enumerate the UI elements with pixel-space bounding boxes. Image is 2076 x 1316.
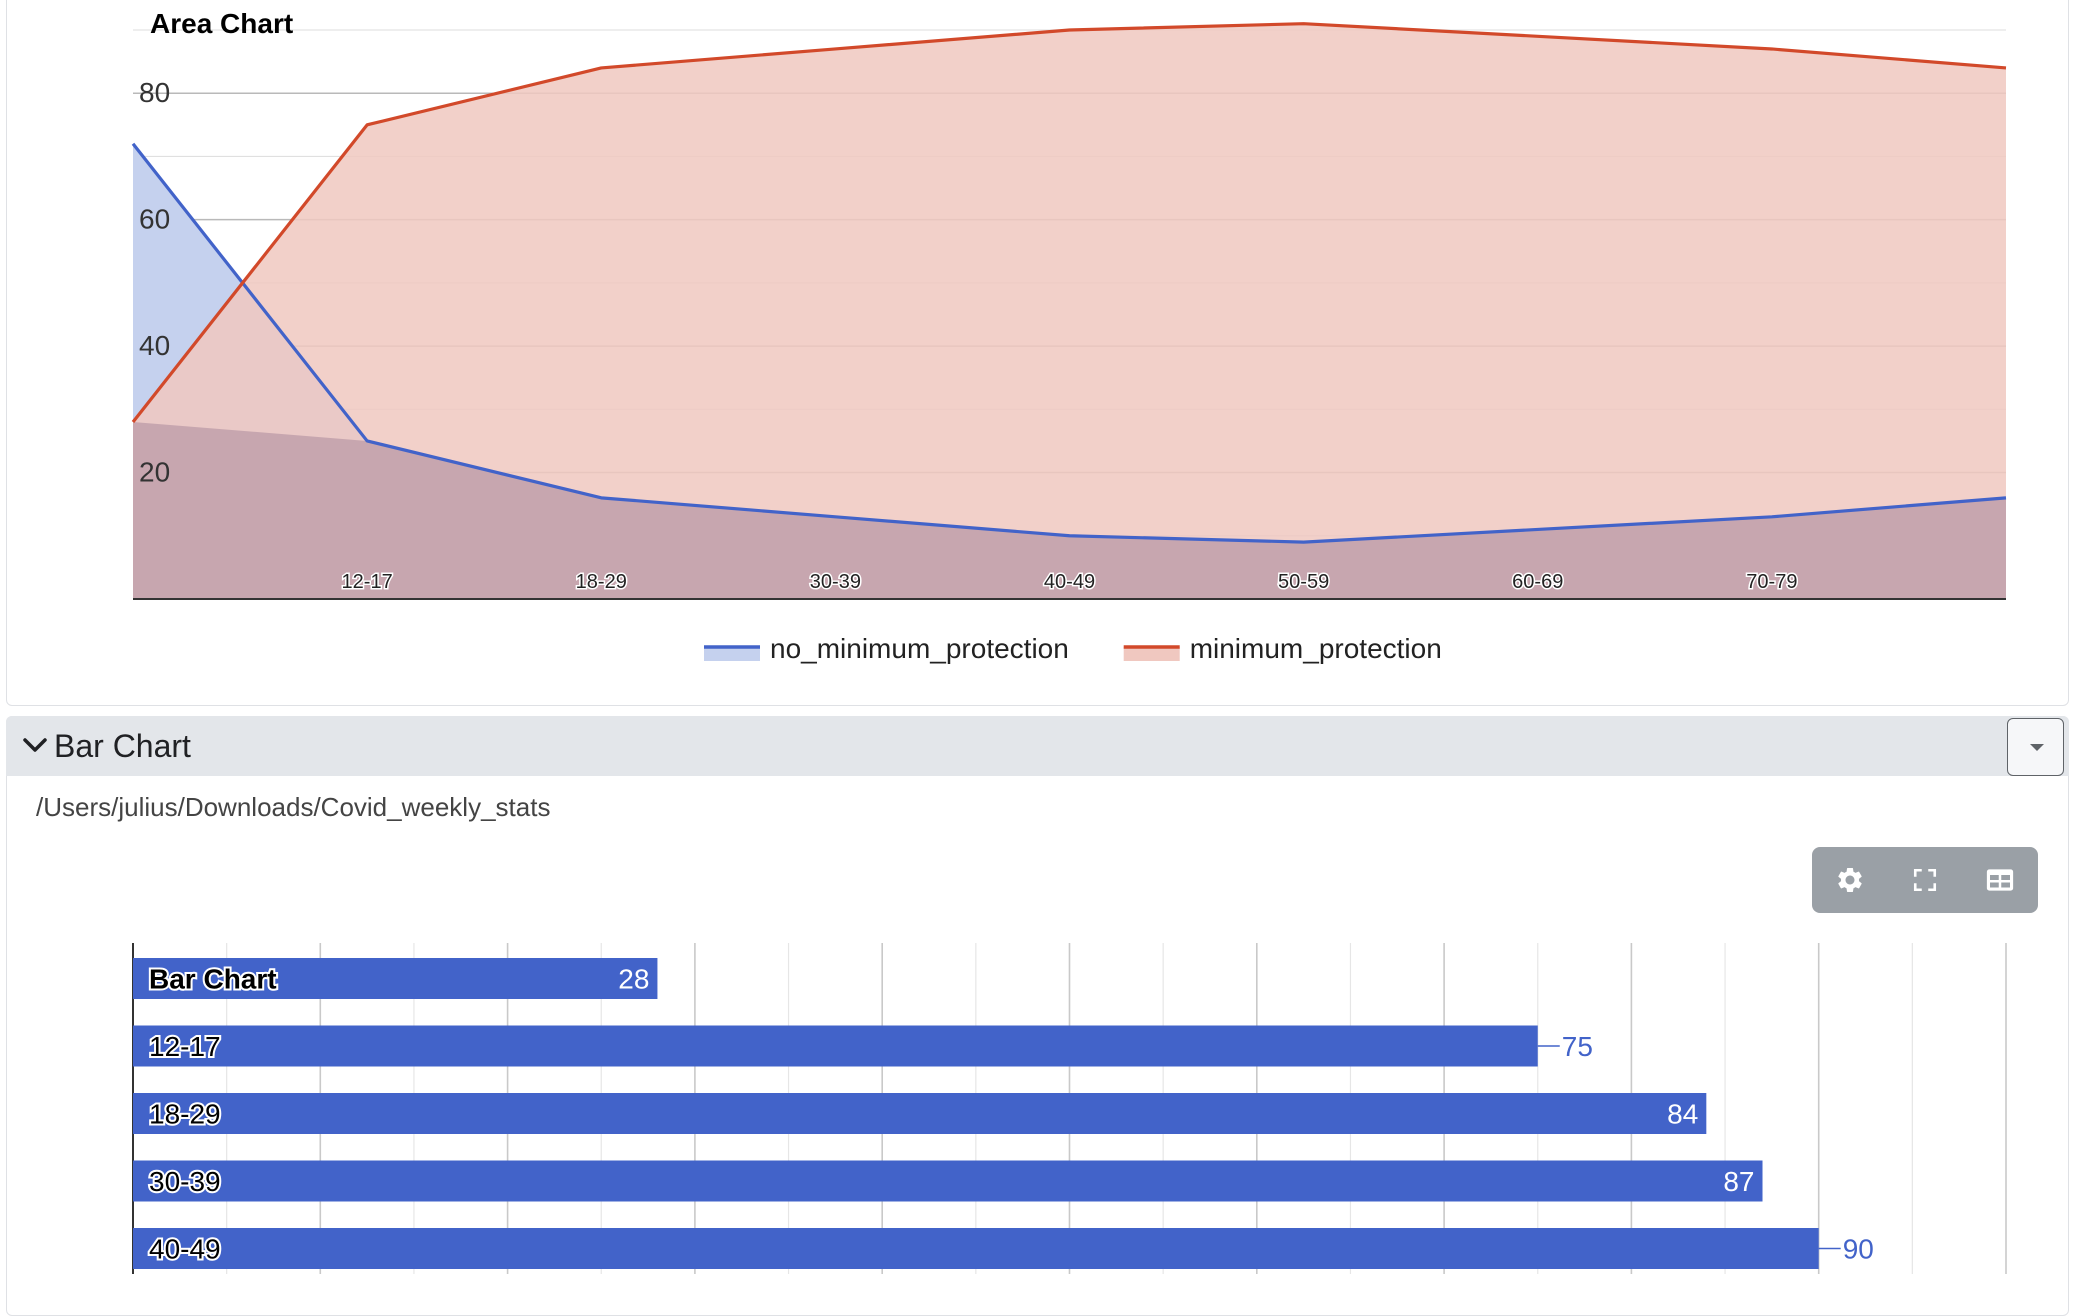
gear-icon [1837,868,1862,892]
section-dropdown-button[interactable] [2007,718,2064,776]
chart-title: Area Chart [150,8,293,39]
chevron-down-icon[interactable] [20,730,50,760]
area-chart: 20 40 60 80 12-17 18-29 30-39 40-49 50-59 60-69 70… [131,8,2007,664]
legend-label: no_minimum_protection [770,633,1069,664]
y-tick-label: 80 [139,77,170,108]
table-icon [1986,869,2013,891]
file-path: /Users/julius/Downloads/Covid_weekly_sta… [36,792,551,822]
section-title: Bar Chart [54,728,191,764]
fullscreen-button[interactable] [1887,847,1962,913]
bar-chart-section-header[interactable]: Bar Chart [6,716,2069,776]
y-tick-label: 20 [139,457,170,488]
y-tick-label: 40 [139,330,170,361]
x-tick-label: 50-59 [1278,571,1329,593]
x-tick-label: 70-79 [1746,571,1797,593]
x-tick-label: 60-69 [1512,571,1563,593]
x-tick-label: 30-39 [810,571,861,593]
fullscreen-icon [1913,868,1936,892]
legend-swatch [704,647,760,661]
caret-down-icon [2030,744,2044,751]
chart-toolbar [1812,847,2038,913]
x-tick-label: 18-29 [576,571,627,593]
legend-swatch [1123,647,1180,661]
table-view-button[interactable] [1962,847,2037,913]
settings-button[interactable] [1812,847,1887,913]
legend-label: minimum_protection [1190,633,1442,664]
y-tick-label: 60 [139,204,170,235]
x-tick-label: 40-49 [1044,571,1095,593]
x-tick-label: 12-17 [342,571,393,593]
